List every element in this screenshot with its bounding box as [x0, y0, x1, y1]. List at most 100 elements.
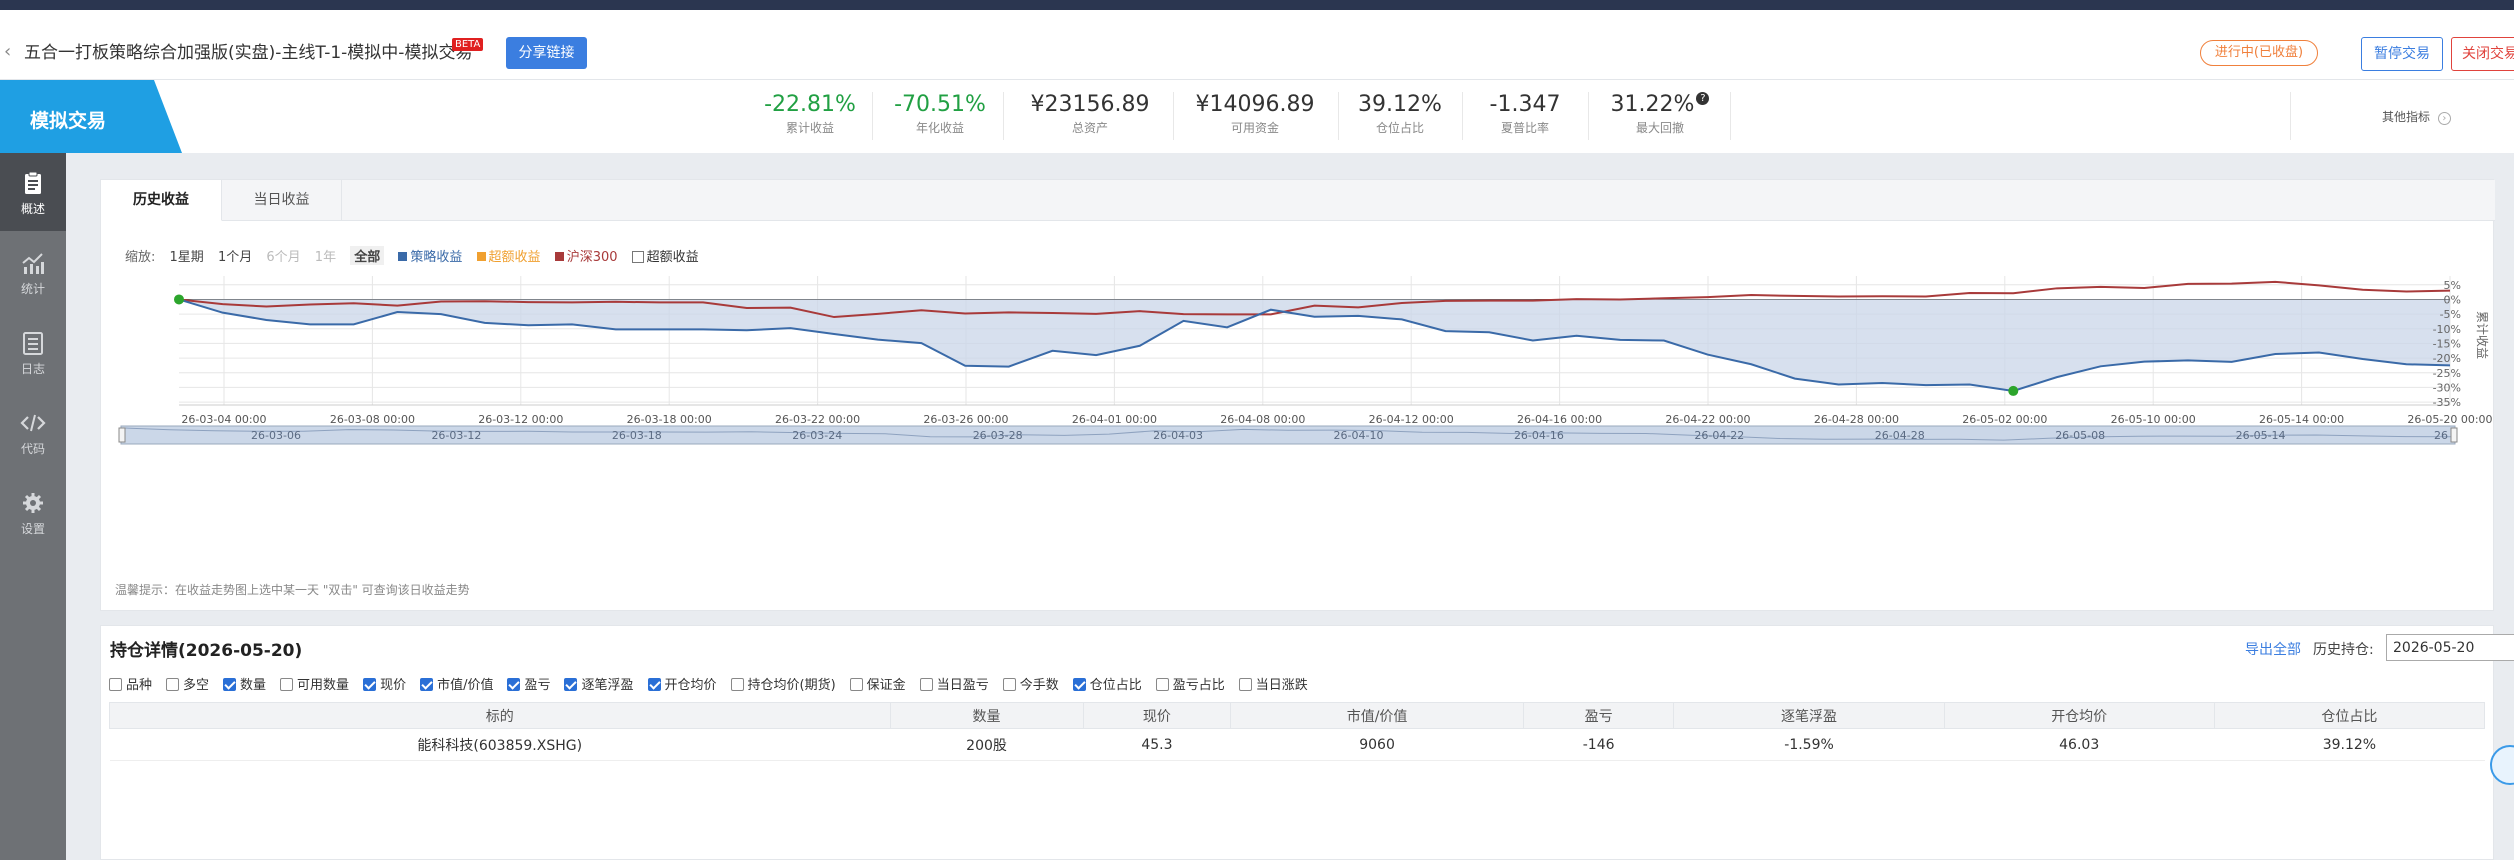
column-toggle[interactable]: 持仓均价(期货) [730, 674, 836, 693]
checkbox[interactable] [363, 678, 377, 691]
excess-return-toggle[interactable]: 超额收益 [631, 246, 699, 265]
column-toggle[interactable]: 逐笔浮盈 [564, 674, 634, 693]
column-toggle[interactable]: 现价 [363, 674, 406, 693]
column-toggle[interactable]: 品种 [109, 674, 152, 693]
strategy-title: 五合一打板策略综合加强版(实盘)-主线T-1-模拟中-模拟交易 [24, 43, 473, 63]
checkbox[interactable] [1072, 678, 1086, 691]
checkbox[interactable] [1155, 678, 1169, 691]
table-row[interactable]: 能科科技(603859.XSHG) 200股 45.3 9060 -146 -1.59% 4… [109, 728, 2485, 761]
column-toggle[interactable]: 多空 [166, 674, 209, 693]
zoom-all[interactable]: 全部 [350, 246, 385, 265]
column-header[interactable]: 市值/价值 [1230, 702, 1524, 729]
range-navigator[interactable]: 26-03-06 26-03-12 26-03-18 26-03-24 26-03-28… [118, 425, 2458, 445]
checkbox[interactable] [564, 678, 578, 691]
column-toggle-label: 仓位占比 [1089, 678, 1142, 693]
metric-cumulative-return: -22.81% 累计收益 [755, 90, 865, 136]
column-toggle-label: 开仓均价 [664, 678, 717, 693]
code-icon [20, 414, 46, 432]
bar-chart-icon [22, 253, 44, 274]
chevron-left-icon[interactable]: ‹ [4, 43, 11, 61]
navigator-handle-right [2450, 427, 2458, 443]
column-toggle[interactable]: 仓位占比 [1072, 674, 1142, 693]
checkbox[interactable] [1238, 678, 1252, 691]
column-toggle-label: 可用数量 [297, 678, 350, 693]
sidebar-item-code[interactable]: 代码 [0, 393, 66, 471]
checkbox[interactable] [1002, 678, 1016, 691]
checkbox[interactable] [280, 678, 294, 691]
checkbox[interactable] [849, 678, 863, 691]
sidebar-item-log[interactable]: 日志 [0, 313, 66, 391]
pause-trading-button[interactable]: 暂停交易 [2361, 37, 2443, 71]
chart-hint: 温馨提示：在收益走势图上选中某一天 "双击" 可查询该日收益走势 [115, 583, 470, 597]
x-tick-label: 26-04-28 00:00 [1814, 413, 1899, 426]
tab-daily-returns[interactable]: 当日收益 [222, 180, 342, 221]
checkbox[interactable] [166, 678, 180, 691]
checkbox[interactable] [631, 251, 644, 263]
share-link-button[interactable]: 分享链接 [506, 37, 587, 69]
navigator-tick-label: 26-04-03 [1153, 429, 1203, 442]
column-toggle-label: 今手数 [1019, 678, 1059, 693]
sidebar-item-settings[interactable]: 设置 [0, 473, 66, 551]
column-toggle[interactable]: 盈亏 [507, 674, 550, 693]
column-toggle[interactable]: 当日涨跌 [1238, 674, 1308, 693]
column-toggle-label: 多空 [183, 678, 210, 693]
divider [1730, 92, 1731, 140]
metric-value: -70.51% [894, 92, 986, 117]
checkbox[interactable] [109, 678, 122, 691]
table-cell: 9060 [1230, 728, 1524, 761]
x-tick-label: 26-03-04 00:00 [181, 413, 266, 426]
other-metrics-label: 其他指标 [2382, 110, 2431, 124]
history-date-input[interactable] [2386, 634, 2514, 661]
other-metrics-link[interactable]: 其他指标 › [2382, 108, 2451, 125]
metric-total-assets: ¥23156.89 总资产 [1020, 90, 1160, 136]
export-all-link[interactable]: 导出全部 [2245, 639, 2301, 659]
column-toggle[interactable]: 保证金 [849, 674, 906, 693]
highlight-point [174, 294, 184, 305]
y-tick-label: -25% [2433, 367, 2461, 380]
x-tick-label: 26-04-12 00:00 [1369, 413, 1454, 426]
y-axis-label: 累计收益 [2475, 311, 2489, 359]
legend-label: 超额收益 [488, 250, 541, 265]
close-trading-button[interactable]: 关闭交易 [2451, 37, 2514, 71]
sidebar-item-stats[interactable]: 统计 [0, 233, 66, 311]
tab-history-returns[interactable]: 历史收益 [101, 180, 222, 221]
metric-label: 累计收益 [785, 121, 834, 135]
column-toggle[interactable]: 开仓均价 [647, 674, 717, 693]
column-toggle[interactable]: 今手数 [1002, 674, 1059, 693]
metrics-bar: 模拟交易 -22.81% 累计收益 -70.51% 年化收益 ¥23156.89… [0, 80, 2514, 153]
sidebar-item-overview[interactable]: 概述 [0, 153, 66, 231]
navigator-handle-left [118, 427, 126, 443]
checkbox[interactable] [223, 678, 237, 691]
sidebar-item-label: 代码 [20, 442, 45, 456]
x-tick-label: 26-05-14 00:00 [2259, 413, 2344, 426]
checkbox[interactable] [420, 678, 434, 691]
checkbox[interactable] [730, 678, 744, 691]
metric-max-drawdown: 31.22%? 最大回撤 [1600, 90, 1720, 136]
table-body: 能科科技(603859.XSHG) 200股 45.3 9060 -146 -1.59% 4… [109, 728, 2485, 761]
column-toggle[interactable]: 数量 [223, 674, 266, 693]
column-header[interactable]: 现价 [1082, 702, 1232, 729]
column-header[interactable]: 数量 [889, 702, 1084, 729]
checkbox[interactable] [507, 678, 521, 691]
checkbox[interactable] [919, 678, 933, 691]
column-header[interactable]: 仓位占比 [2213, 702, 2486, 729]
table-cell: -146 [1523, 728, 1674, 761]
column-toggle[interactable]: 可用数量 [280, 674, 349, 693]
legend-item-excess[interactable]: 超额收益 [476, 246, 541, 265]
divider [1003, 92, 1004, 140]
column-toggle[interactable]: 当日盈亏 [919, 674, 989, 693]
zoom-1-month[interactable]: 1个月 [218, 246, 252, 265]
column-header[interactable]: 标的 [109, 702, 891, 729]
column-header[interactable]: 开仓均价 [1943, 702, 2215, 729]
column-header[interactable]: 逐笔浮盈 [1673, 702, 1945, 729]
zoom-1-week[interactable]: 1星期 [170, 246, 204, 265]
navigator-tick-label: 26-04-16 [1514, 429, 1564, 442]
column-toggle[interactable]: 盈亏占比 [1155, 674, 1225, 693]
question-circle-icon[interactable]: ? [1696, 92, 1710, 105]
legend-item-strategy[interactable]: 策略收益 [398, 246, 462, 265]
column-header[interactable]: 盈亏 [1522, 702, 1675, 729]
returns-line-chart[interactable]: 5%0% -5% -10%-15% -20% -25%-30% -35% 26-03-04… [101, 276, 2493, 566]
column-toggle[interactable]: 市值/价值 [420, 674, 493, 693]
legend-item-csi300[interactable]: 沪深300 [554, 246, 618, 265]
checkbox[interactable] [647, 678, 661, 691]
